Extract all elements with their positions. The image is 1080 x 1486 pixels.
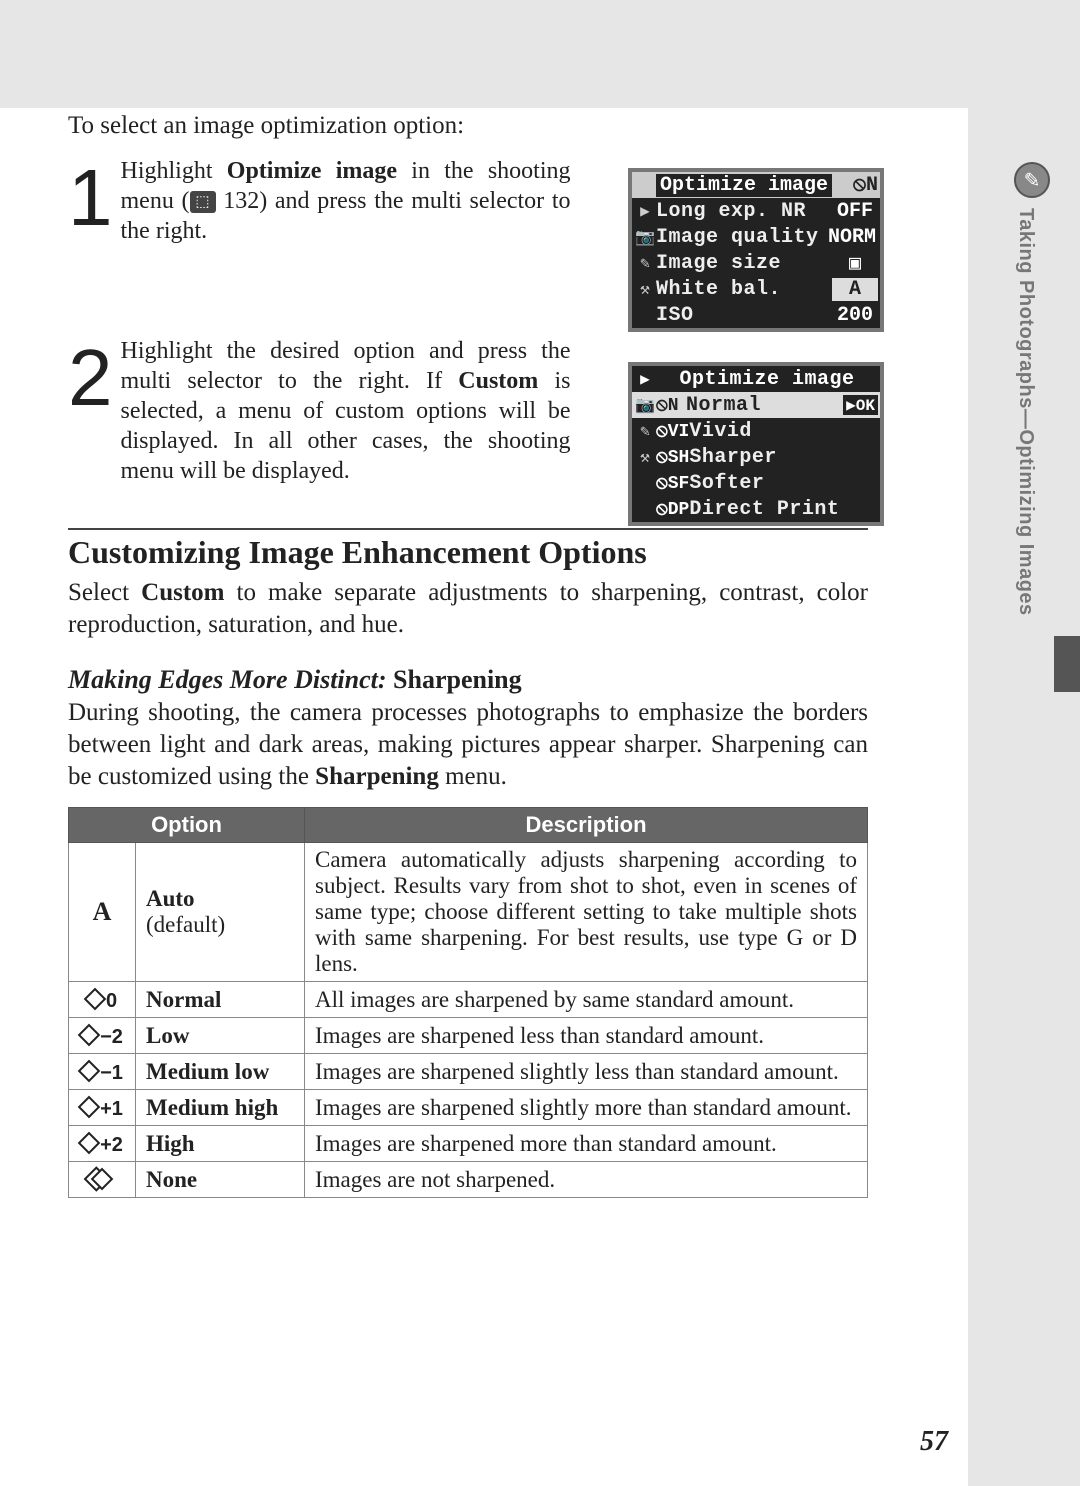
option-name: Medium low <box>136 1054 305 1090</box>
sharpening-table: Option Description AAuto(default)Camera … <box>68 807 868 1198</box>
option-symbol: −2 <box>69 1018 136 1054</box>
table-row: AAuto(default)Camera automatically adjus… <box>69 843 868 982</box>
table-row: −1Medium lowImages are sharpened slightl… <box>69 1054 868 1090</box>
intro-text: To select an image optimization option: <box>68 112 868 140</box>
option-symbol: −1 <box>69 1054 136 1090</box>
table-row: +1Medium highImages are sharpened slight… <box>69 1090 868 1126</box>
row-icon: ✎ <box>634 421 656 441</box>
lcd-header: ▶ Optimize image ⦸N <box>632 172 880 198</box>
lcd-row: ✎Image size▣ <box>632 250 880 276</box>
row-label: ISO <box>656 304 832 327</box>
option-name: Medium high <box>136 1090 305 1126</box>
badge: ⦸N <box>853 173 878 197</box>
page-number: 57 <box>920 1426 948 1458</box>
row-icon: 📷 <box>634 395 656 415</box>
option-label: Vivid <box>689 420 878 443</box>
step-number: 2 <box>68 346 113 410</box>
play-icon: ▶ <box>634 369 656 389</box>
section-body: Select Custom to make separate adjustmen… <box>68 577 868 641</box>
option-description: Images are sharpened slightly more than … <box>305 1090 868 1126</box>
lcd-title: Optimize image <box>656 174 832 197</box>
lcd-option-row: ⚒⦸SHSharper <box>632 444 880 470</box>
row-label: Image size <box>656 252 832 275</box>
row-value: 200 <box>832 304 878 327</box>
option-label: Softer <box>689 472 878 495</box>
camera-lcd-shooting-menu: ▶ Optimize image ⦸N ▶Long exp. NROFF📷Ima… <box>628 168 884 332</box>
lcd-row: 📷Image qualityNORM <box>632 224 880 250</box>
play-icon: ▶ <box>634 175 656 195</box>
reference-icon: ⬚ <box>190 191 216 213</box>
option-description: Camera automatically adjusts sharpening … <box>305 843 868 982</box>
lcd-header: ▶ Optimize image <box>632 366 880 392</box>
option-code: ⦸N <box>656 395 686 416</box>
sharpening-body: During shooting, the camera processes ph… <box>68 697 868 793</box>
step-text: Highlight the desired option and press t… <box>121 336 571 486</box>
option-name: High <box>136 1126 305 1162</box>
option-label: Sharper <box>689 446 878 469</box>
top-band <box>0 0 1080 108</box>
option-description: All images are sharpened by same standar… <box>305 982 868 1018</box>
option-label: Direct Print <box>689 498 878 521</box>
lcd-option-row: ⦸DPDirect Print <box>632 496 880 522</box>
camera-lcd-optimize-menu: ▶ Optimize image 📷⦸NNormal▶OK✎⦸VIVivid⚒⦸… <box>628 362 884 526</box>
row-icon: ✎ <box>634 253 656 273</box>
lcd-row: ▶Long exp. NROFF <box>632 198 880 224</box>
row-value: ▣ <box>832 250 878 276</box>
option-code: ⦸SH <box>656 447 689 468</box>
thumb-tab: ✎ Taking Photographs—Optimizing Images <box>1014 162 1052 632</box>
table-row: +2HighImages are sharpened more than sta… <box>69 1126 868 1162</box>
table-row: NoneImages are not sharpened. <box>69 1162 868 1198</box>
col-description: Description <box>305 808 868 843</box>
step-number: 1 <box>68 166 113 230</box>
palette-icon: ✎ <box>1014 162 1050 198</box>
lcd-row: ISO200 <box>632 302 880 328</box>
option-symbol: 0 <box>69 982 136 1018</box>
option-description: Images are sharpened slightly less than … <box>305 1054 868 1090</box>
row-icon: 📷 <box>634 227 656 247</box>
row-value: OFF <box>832 200 878 223</box>
lcd-option-row: ⦸SFSofter <box>632 470 880 496</box>
option-name: None <box>136 1162 305 1198</box>
option-symbol <box>69 1162 136 1198</box>
row-label: Long exp. NR <box>656 200 832 223</box>
row-label: Image quality <box>656 226 826 249</box>
option-code: ⦸DP <box>656 499 689 520</box>
lcd-title: Optimize image <box>656 368 878 391</box>
option-name: Auto(default) <box>136 843 305 982</box>
lcd-option-row: ✎⦸VIVivid <box>632 418 880 444</box>
row-icon: ⚒ <box>634 447 656 467</box>
col-option: Option <box>69 808 305 843</box>
option-description: Images are not sharpened. <box>305 1162 868 1198</box>
option-code: ⦸SF <box>656 473 689 494</box>
subheading: Making Edges More Distinct: Sharpening <box>68 665 868 695</box>
section-heading: Customizing Image Enhancement Options <box>68 534 868 571</box>
lcd-row: ⚒White bal.A <box>632 276 880 302</box>
step-text: Highlight Optimize image in the shooting… <box>121 156 571 246</box>
option-description: Images are sharpened less than standard … <box>305 1018 868 1054</box>
page-thumb-index <box>1054 636 1080 692</box>
row-value: NORM <box>826 226 878 249</box>
row-icon: ⚒ <box>634 279 656 299</box>
row-icon: ▶ <box>634 201 656 221</box>
option-name: Normal <box>136 982 305 1018</box>
option-name: Low <box>136 1018 305 1054</box>
option-symbol: +1 <box>69 1090 136 1126</box>
option-description: Images are sharpened more than standard … <box>305 1126 868 1162</box>
ok-indicator: ▶OK <box>843 395 878 415</box>
option-symbol: A <box>69 843 136 982</box>
option-symbol: +2 <box>69 1126 136 1162</box>
table-row: −2LowImages are sharpened less than stan… <box>69 1018 868 1054</box>
lcd-option-row: 📷⦸NNormal▶OK <box>632 392 880 418</box>
thumb-label: Taking Photographs—Optimizing Images <box>1014 208 1037 616</box>
row-label: White bal. <box>656 278 832 301</box>
section-divider <box>68 528 868 530</box>
table-row: 0NormalAll images are sharpened by same … <box>69 982 868 1018</box>
option-label: Normal <box>686 394 843 417</box>
manual-page: ✎ Taking Photographs—Optimizing Images T… <box>0 0 1080 1486</box>
option-code: ⦸VI <box>656 421 689 442</box>
row-value: A <box>832 278 878 301</box>
